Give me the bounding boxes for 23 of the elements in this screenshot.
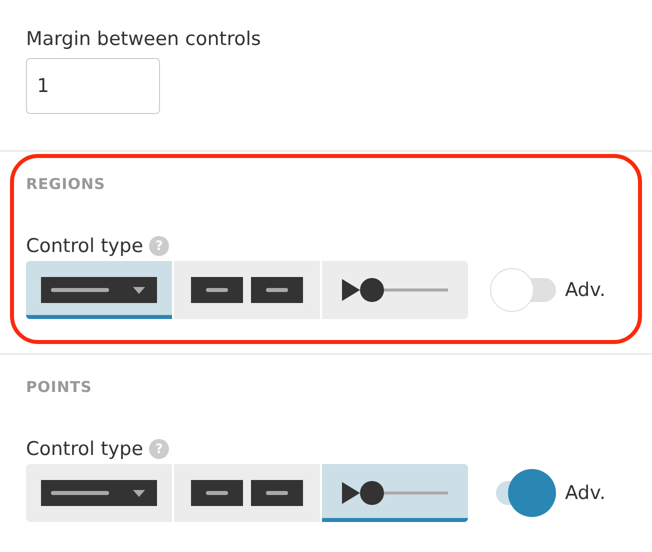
field-label: Control type [26, 438, 144, 460]
dropdown-icon [41, 480, 157, 506]
field-label: Margin between controls [26, 28, 261, 50]
dropdown-icon [41, 277, 157, 303]
control-type-option[interactable] [26, 464, 172, 522]
help-icon[interactable]: ? [149, 236, 170, 256]
field-label: Control type [26, 235, 144, 257]
control-type-option[interactable] [322, 464, 468, 522]
control-type-option[interactable] [174, 261, 320, 319]
section-title: REGIONS [26, 175, 106, 193]
toggle-switch[interactable] [490, 265, 556, 315]
help-icon[interactable]: ? [149, 439, 170, 459]
slider-icon [342, 480, 448, 506]
button-pair-icon [191, 277, 303, 303]
toggle-label: Adv. [565, 482, 606, 504]
control-type-option[interactable] [26, 261, 172, 319]
control-type-option[interactable] [322, 261, 468, 319]
control-type-option[interactable] [174, 464, 320, 522]
toggle-label: Adv. [565, 279, 606, 301]
slider-icon [342, 277, 448, 303]
section-title: POINTS [26, 378, 92, 396]
input-field[interactable]: 1 [26, 58, 160, 114]
button-pair-icon [191, 480, 303, 506]
